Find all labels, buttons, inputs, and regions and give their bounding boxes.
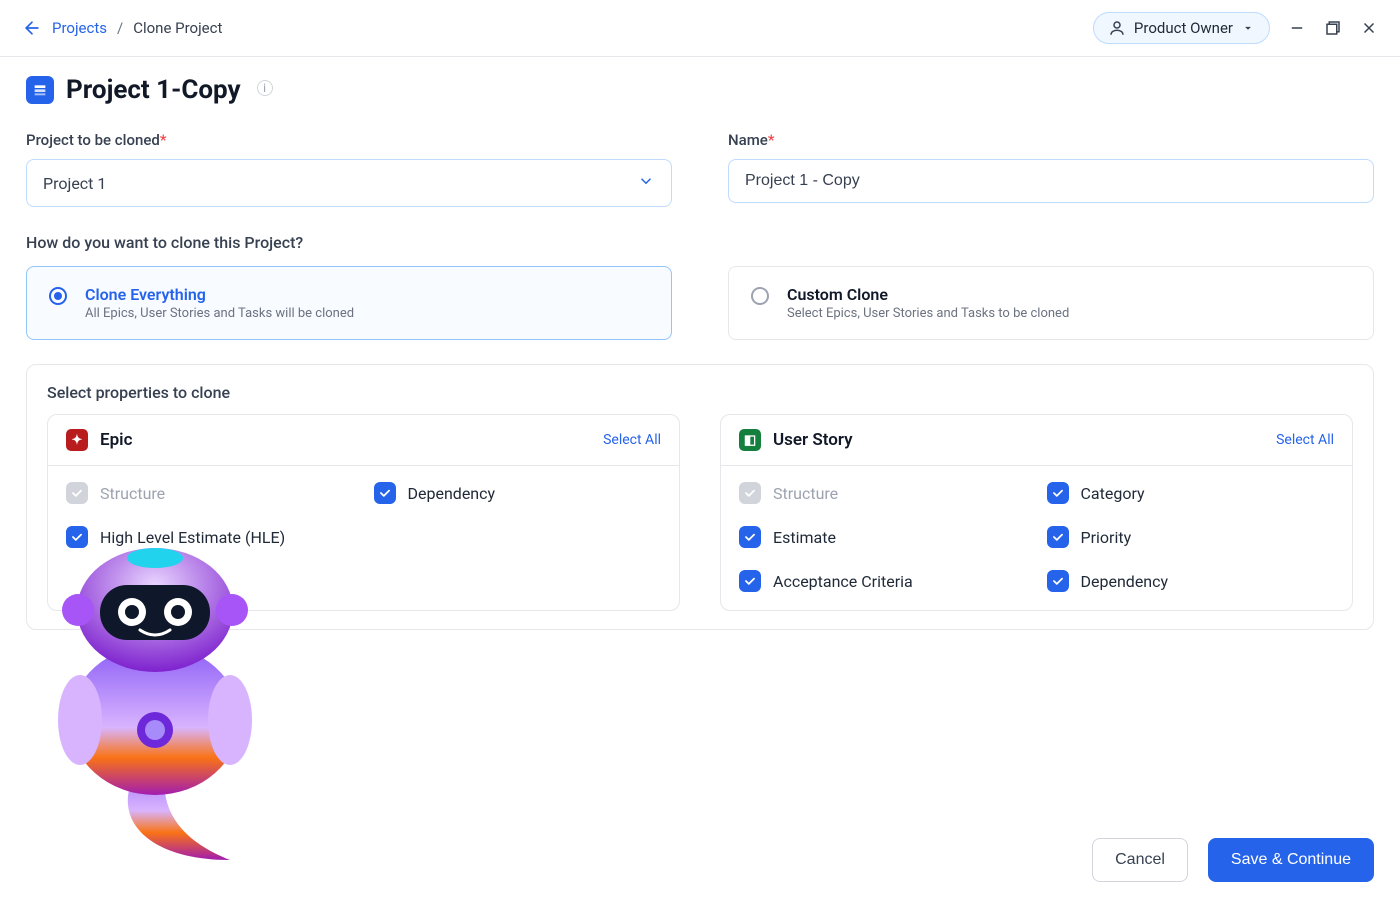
epic-badge-icon: ✦ bbox=[66, 429, 88, 451]
clone-mode-desc: Select Epics, User Stories and Tasks to … bbox=[787, 306, 1069, 321]
epic-label: Epic bbox=[100, 430, 132, 450]
checkbox-icon[interactable] bbox=[739, 526, 761, 548]
radio-icon bbox=[751, 287, 769, 305]
checkbox-icon[interactable] bbox=[1047, 570, 1069, 592]
property-item: Structure bbox=[739, 482, 1027, 504]
title-row: Project 1-Copy i bbox=[26, 75, 1374, 105]
breadcrumb-current: Clone Project bbox=[133, 19, 222, 37]
source-project-select[interactable]: Project 1 bbox=[26, 159, 672, 207]
caret-down-icon bbox=[1241, 21, 1255, 35]
source-project-label: Project to be cloned bbox=[26, 131, 160, 149]
breadcrumb-root-link[interactable]: Projects bbox=[52, 19, 107, 37]
story-properties-card: ◧ User Story Select All Structure Catego… bbox=[720, 414, 1353, 611]
checkbox-icon[interactable] bbox=[1047, 482, 1069, 504]
property-item: Structure bbox=[66, 482, 354, 504]
property-item[interactable]: Dependency bbox=[1047, 570, 1335, 592]
role-selector[interactable]: Product Owner bbox=[1093, 12, 1270, 44]
property-label: Estimate bbox=[773, 528, 836, 547]
story-badge-icon: ◧ bbox=[739, 429, 761, 451]
property-label: Structure bbox=[773, 484, 838, 503]
minimize-icon[interactable] bbox=[1288, 19, 1306, 37]
property-label: Acceptance Criteria bbox=[773, 572, 913, 591]
clone-mode-desc: All Epics, User Stories and Tasks will b… bbox=[85, 306, 354, 321]
checkbox-icon[interactable] bbox=[739, 570, 761, 592]
story-label: User Story bbox=[773, 430, 853, 450]
property-item[interactable]: Category bbox=[1047, 482, 1335, 504]
name-label: Name bbox=[728, 131, 768, 149]
checkbox-icon bbox=[739, 482, 761, 504]
name-input[interactable] bbox=[728, 159, 1374, 203]
close-icon[interactable] bbox=[1360, 19, 1378, 37]
radio-icon bbox=[49, 287, 67, 305]
topbar: Projects / Clone Project Product Owner bbox=[0, 0, 1400, 57]
property-item[interactable]: Acceptance Criteria bbox=[739, 570, 1027, 592]
mascot-robot-icon bbox=[40, 540, 270, 870]
project-icon bbox=[26, 76, 54, 104]
property-label: Category bbox=[1081, 484, 1145, 503]
name-field: Name* bbox=[728, 131, 1374, 207]
clone-mode-title: Clone Everything bbox=[85, 285, 354, 304]
property-label: Dependency bbox=[1081, 572, 1169, 591]
property-item[interactable]: Estimate bbox=[739, 526, 1027, 548]
window-controls: Product Owner bbox=[1093, 12, 1378, 44]
chevron-down-icon bbox=[637, 172, 655, 194]
property-label: Dependency bbox=[408, 484, 496, 503]
clone-mode-custom[interactable]: Custom Clone Select Epics, User Stories … bbox=[728, 266, 1374, 340]
checkbox-icon[interactable] bbox=[374, 482, 396, 504]
clone-mode-question: How do you want to clone this Project? bbox=[26, 233, 1374, 252]
page-title: Project 1-Copy bbox=[66, 75, 241, 105]
info-icon[interactable]: i bbox=[257, 80, 273, 96]
property-label: Structure bbox=[100, 484, 165, 503]
source-project-value: Project 1 bbox=[43, 174, 106, 193]
clone-mode-title: Custom Clone bbox=[787, 285, 1069, 304]
role-selector-label: Product Owner bbox=[1134, 19, 1233, 37]
clone-mode-everything[interactable]: Clone Everything All Epics, User Stories… bbox=[26, 266, 672, 340]
maximize-icon[interactable] bbox=[1324, 19, 1342, 37]
save-continue-button[interactable]: Save & Continue bbox=[1208, 838, 1374, 882]
property-item[interactable]: Priority bbox=[1047, 526, 1335, 548]
back-arrow-icon[interactable] bbox=[22, 18, 42, 38]
property-label: Priority bbox=[1081, 528, 1132, 547]
story-properties-list: Structure Category Estimate Priority Acc… bbox=[721, 466, 1352, 610]
footer-actions: Cancel Save & Continue bbox=[1092, 838, 1374, 882]
story-select-all[interactable]: Select All bbox=[1276, 432, 1334, 448]
property-item[interactable]: Dependency bbox=[374, 482, 662, 504]
properties-panel-title: Select properties to clone bbox=[47, 383, 1353, 402]
cancel-button[interactable]: Cancel bbox=[1092, 838, 1188, 882]
checkbox-icon[interactable] bbox=[1047, 526, 1069, 548]
checkbox-icon bbox=[66, 482, 88, 504]
breadcrumb-separator: / bbox=[117, 19, 123, 37]
source-project-field: Project to be cloned* Project 1 bbox=[26, 131, 672, 207]
breadcrumb: Projects / Clone Project bbox=[22, 18, 222, 38]
epic-select-all[interactable]: Select All bbox=[603, 432, 661, 448]
